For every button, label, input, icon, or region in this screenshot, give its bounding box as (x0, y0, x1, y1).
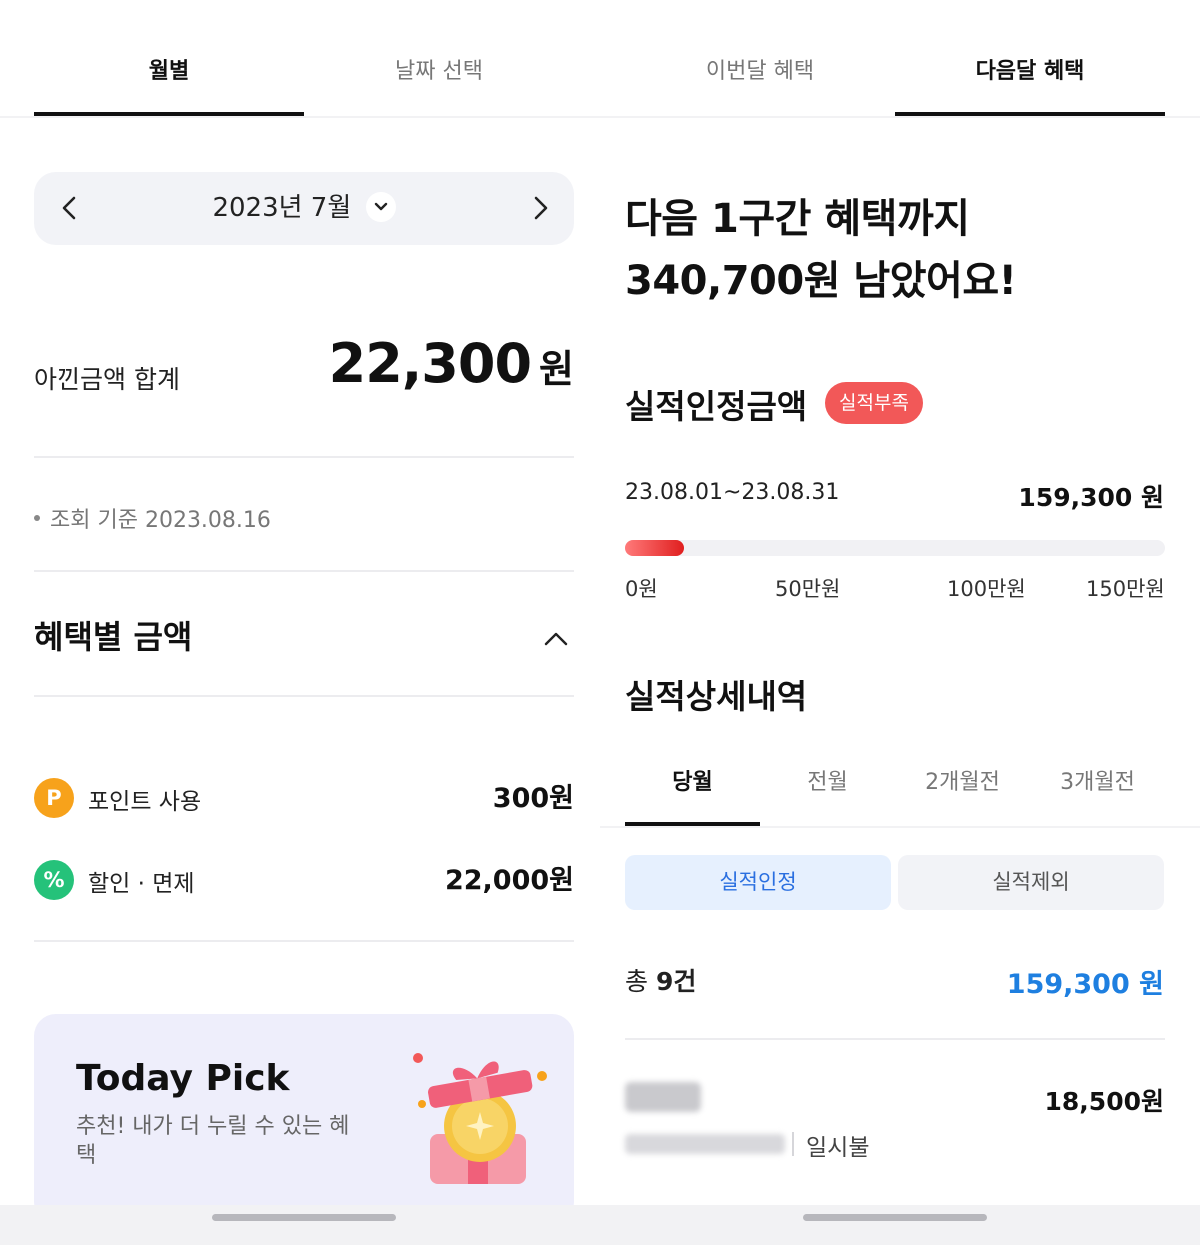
chevron-right-icon (534, 196, 548, 220)
benefit-row-points: P 포인트 사용 300원 (34, 776, 574, 820)
tab-previous-month[interactable]: 전월 (760, 766, 895, 800)
separator (792, 1132, 794, 1156)
divider (34, 456, 574, 458)
savings-total-label: 아낀금액 합계 (34, 365, 180, 394)
progress-fill (625, 540, 685, 556)
home-indicator[interactable] (803, 1214, 987, 1221)
detail-section-title: 실적상세내역 (625, 677, 808, 716)
benefit-label: 할인 · 면제 (88, 871, 195, 897)
collapse-button[interactable] (540, 624, 572, 656)
performance-amount: 159,300 원 (1018, 483, 1164, 512)
reference-date: 조회 기준 2023.08.16 (34, 502, 271, 534)
benefit-row-discount: % 할인 · 면제 22,000원 (34, 858, 574, 902)
total-count: 총 9건 (625, 962, 696, 998)
bottom-bar (600, 1205, 1200, 1245)
month-label: 2023년 7월 (212, 193, 352, 223)
tab-monthly[interactable]: 월별 (34, 54, 304, 90)
performance-title: 실적인정금액 (625, 387, 808, 426)
total-count-prefix: 총 (625, 967, 656, 996)
segment-included[interactable]: 실적인정 (625, 855, 891, 910)
home-indicator[interactable] (212, 1214, 396, 1221)
savings-amount-unit: 원 (539, 347, 574, 391)
performance-period: 23.08.01~23.08.31 (625, 480, 840, 505)
bottom-bar (0, 1205, 600, 1245)
next-month-button[interactable] (522, 190, 558, 226)
left-tab-bar: 월별 날짜 선택 (0, 0, 600, 118)
benefit-amount: 300원 (492, 783, 574, 814)
headline-line-2: 340,700원 남았어요! (625, 258, 1017, 304)
divider (34, 695, 574, 697)
active-subtab-indicator (625, 822, 760, 826)
today-pick-title: Today Pick (76, 1058, 290, 1099)
transaction-amount: 18,500원 (1044, 1087, 1164, 1116)
status-badge: 실적부족 (825, 382, 923, 424)
blurred-merchant-name (625, 1082, 701, 1112)
today-pick-card[interactable]: Today Pick 추천! 내가 더 누릴 수 있는 혜택 (34, 1014, 574, 1224)
gift-box-icon (406, 1048, 556, 1198)
total-count-value: 9건 (655, 967, 697, 996)
subtab-divider (600, 826, 1200, 828)
chevron-down-icon (365, 191, 396, 222)
divider (34, 940, 574, 942)
monthly-savings-panel: 월별 날짜 선택 2023년 7월 아낀금액 합계 22,300 원 조회 기준 … (0, 0, 600, 1245)
total-amount: 159,300 원 (1006, 969, 1164, 1000)
segment-excluded[interactable]: 실적제외 (898, 855, 1164, 910)
transaction-type: 일시불 (806, 1135, 870, 1161)
chevron-up-icon (544, 632, 568, 646)
benefit-amount: 22,000원 (444, 865, 574, 896)
progress-tick: 100만원 (947, 577, 1026, 601)
month-dropdown[interactable]: 2023년 7월 (34, 189, 574, 227)
active-tab-indicator (895, 112, 1165, 116)
point-icon: P (34, 778, 74, 818)
benefit-section-title: 혜택별 금액 (34, 618, 193, 656)
tab-three-months-ago[interactable]: 3개월전 (1030, 766, 1165, 800)
tab-current-month[interactable]: 당월 (625, 766, 760, 800)
right-tab-bar: 이번달 혜택 다음달 혜택 (600, 0, 1200, 118)
blurred-transaction-date (625, 1134, 785, 1154)
divider (34, 570, 574, 572)
divider (625, 1038, 1165, 1040)
tab-date-select[interactable]: 날짜 선택 (304, 54, 574, 90)
bullet-dot (34, 515, 40, 521)
tab-two-months-ago[interactable]: 2개월전 (895, 766, 1030, 800)
progress-tick: 0원 (625, 577, 658, 601)
benefit-label: 포인트 사용 (88, 789, 202, 815)
savings-amount-number: 22,300 (328, 332, 532, 395)
savings-total-amount: 22,300 원 (328, 332, 574, 395)
month-selector: 2023년 7월 (34, 172, 574, 245)
headline-line-1: 다음 1구간 혜택까지 (625, 196, 970, 242)
active-tab-indicator (34, 112, 304, 116)
progress-tick: 150만원 (1086, 577, 1165, 601)
next-month-benefit-panel: 이번달 혜택 다음달 혜택 다음 1구간 혜택까지 340,700원 남았어요!… (600, 0, 1200, 1245)
reference-date-text: 조회 기준 2023.08.16 (50, 508, 271, 533)
tab-this-month-benefit[interactable]: 이번달 혜택 (625, 54, 895, 90)
performance-progress-bar (625, 540, 1165, 556)
today-pick-description: 추천! 내가 더 누릴 수 있는 혜택 (76, 1114, 350, 1168)
benefit-headline: 다음 1구간 혜택까지 340,700원 남았어요! (625, 188, 1017, 312)
percent-icon: % (34, 860, 74, 900)
progress-tick: 50만원 (775, 577, 841, 601)
tab-next-month-benefit[interactable]: 다음달 혜택 (895, 54, 1165, 90)
